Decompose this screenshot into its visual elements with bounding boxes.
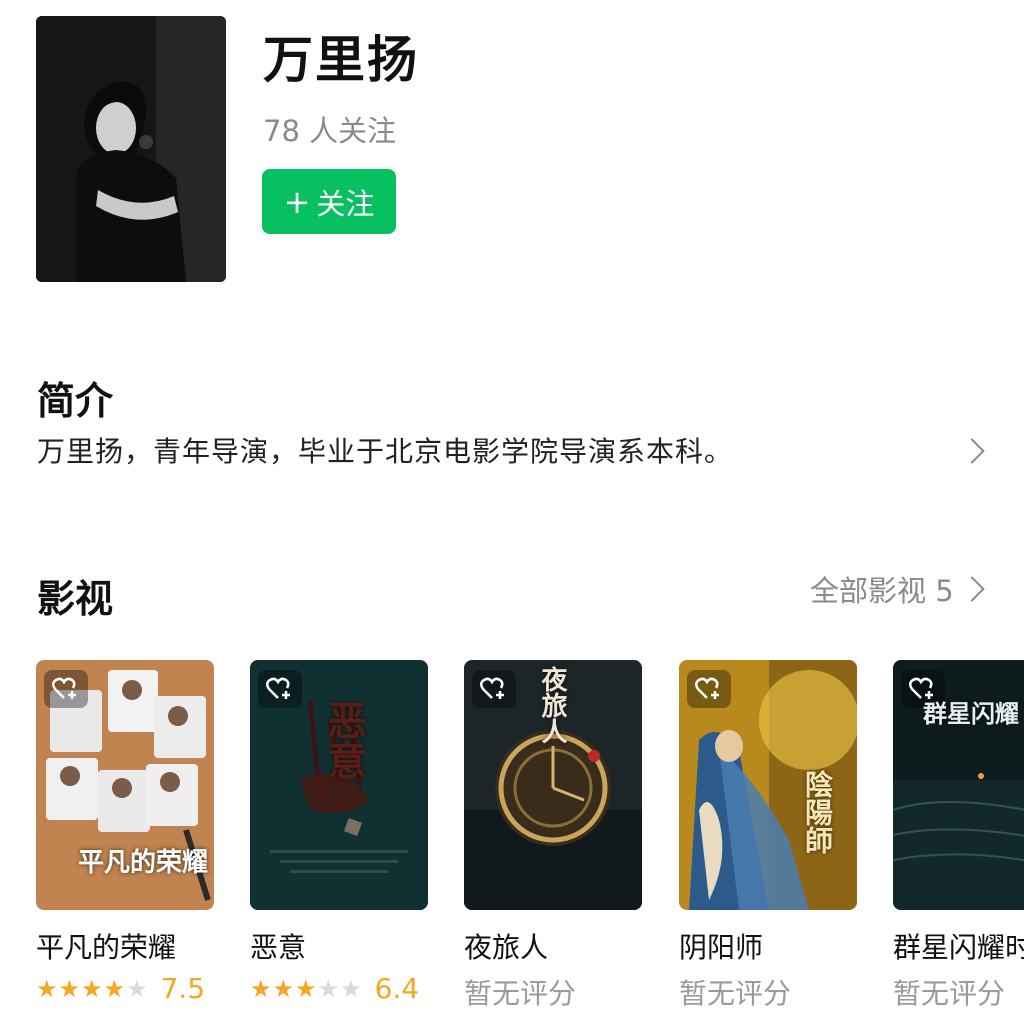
work-card[interactable]: 群星闪耀 群星闪耀时 暂无评分 [893,660,1024,1024]
no-score-label: 暂无评分 [464,977,577,1010]
rating: 暂无评分 [679,972,791,1012]
poster-title: 陰陽師 [801,770,834,854]
rating: 暂无评分 [464,972,576,1012]
work-card[interactable]: 恶意 恶意 ★★★★★ 6.4 [250,660,428,1005]
work-card[interactable]: 陰陽師 阴阳师 暂无评分 [679,660,857,1010]
follow-button-label: 关注 [316,186,375,221]
works-heading: 影视 [37,577,114,621]
rating: 暂无评分 [893,972,1005,1012]
star-rating: ★★★★★ [250,974,363,1003]
rating: ★★★★★ 7.5 [36,972,205,1005]
follow-button[interactable]: + 关注 [262,169,396,234]
work-poster[interactable]: 群星闪耀 [893,660,1024,910]
poster-title: 群星闪耀 [923,699,1019,728]
director-name: 万里扬 [263,31,419,89]
favorite-add-icon[interactable] [258,670,302,708]
poster-title: 恶意 [320,700,367,780]
intro-heading: 简介 [37,379,114,423]
work-card[interactable]: 平凡的荣耀 平凡的荣耀 ★★★★★ 7.5 [36,660,214,1005]
intro-text[interactable]: 万里扬，青年导演，毕业于北京电影学院导演系本科。 [37,430,733,470]
score: 6.4 [374,972,420,1005]
work-title[interactable]: 群星闪耀时 [893,926,1024,966]
favorite-add-icon[interactable] [472,670,516,708]
score: 7.5 [160,972,206,1005]
plus-icon: + [283,182,311,221]
poster-title: 平凡的荣耀 [78,848,209,878]
all-works-link[interactable]: 全部影视 5 [810,568,954,610]
chevron-right-icon[interactable] [959,438,985,464]
work-poster[interactable]: 陰陽師 [679,660,857,910]
no-score-label: 暂无评分 [893,977,1006,1010]
work-poster[interactable]: 夜旅人 [464,660,642,910]
director-photo [36,16,226,282]
chevron-right-icon[interactable] [959,576,985,602]
follower-count: 78 人关注 [263,114,397,148]
favorite-add-icon[interactable] [44,670,88,708]
work-title[interactable]: 平凡的荣耀 [36,926,176,966]
favorite-add-icon[interactable] [687,670,731,708]
work-title[interactable]: 阴阳师 [679,926,763,966]
poster-title: 夜旅人 [537,666,567,744]
star-rating: ★★★★★ [36,974,149,1003]
work-poster[interactable]: 平凡的荣耀 [36,660,214,910]
work-card[interactable]: 夜旅人 夜旅人 暂无评分 [464,660,642,1010]
work-title[interactable]: 恶意 [250,926,306,966]
rating: ★★★★★ 6.4 [250,972,419,1005]
work-poster[interactable]: 恶意 [250,660,428,910]
work-title[interactable]: 夜旅人 [464,926,548,966]
no-score-label: 暂无评分 [679,977,792,1010]
